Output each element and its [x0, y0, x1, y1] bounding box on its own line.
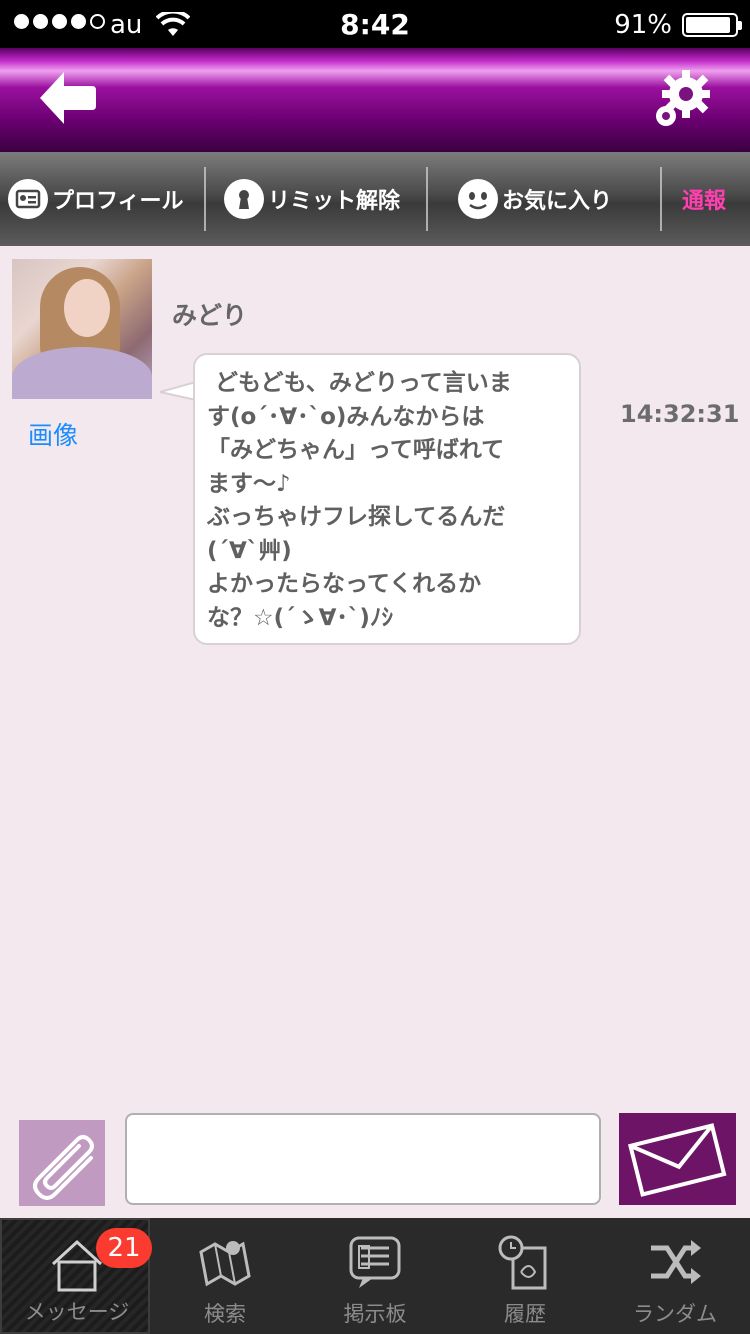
unread-badge: 21	[96, 1228, 152, 1268]
smiley-icon	[458, 179, 498, 219]
profile-button[interactable]: プロフィール	[0, 152, 204, 246]
map-search-icon	[199, 1241, 251, 1287]
divider	[660, 167, 662, 231]
favorite-label: お気に入り	[502, 189, 613, 214]
bottom-tab-bar: 21 メッセージ 検索 掲示板 履歴 ランダム	[0, 1218, 750, 1334]
history-icon	[498, 1235, 547, 1290]
tab-history[interactable]: 履歴	[450, 1218, 600, 1334]
tab-bulletin-board[interactable]: 掲示板	[300, 1218, 450, 1334]
tab-messages[interactable]: 21 メッセージ	[0, 1218, 152, 1334]
image-link[interactable]: 画像	[28, 416, 78, 452]
report-button[interactable]: 通報	[662, 152, 750, 246]
attach-button[interactable]	[19, 1120, 105, 1206]
divider	[426, 167, 428, 231]
status-bar: au 8:42 91%	[0, 0, 750, 48]
tab-label: 履歴	[504, 1302, 546, 1326]
message-timestamp: 14:32:31	[620, 400, 740, 428]
gear-icon[interactable]	[652, 68, 714, 130]
tab-random[interactable]: ランダム	[600, 1218, 750, 1334]
message-bubble: どもども、みどりって言いま す(o´･∀･`o)みんなからは 「みどちゃん」って…	[193, 353, 581, 645]
tab-label: 検索	[204, 1302, 246, 1326]
back-arrow-icon[interactable]	[36, 68, 98, 128]
sender-avatar[interactable]	[12, 259, 152, 399]
bulletin-board-icon	[349, 1236, 401, 1288]
message-input[interactable]	[125, 1113, 601, 1205]
limit-release-label: リミット解除	[268, 189, 401, 214]
report-label: 通報	[682, 189, 727, 214]
profile-label: プロフィール	[52, 189, 184, 214]
send-button[interactable]	[619, 1113, 736, 1205]
battery-icon	[682, 13, 742, 37]
divider	[204, 167, 206, 231]
favorite-button[interactable]: お気に入り	[428, 152, 660, 246]
paperclip-icon	[33, 1135, 94, 1200]
tab-label: メッセージ	[24, 1300, 130, 1324]
limit-release-button[interactable]: リミット解除	[206, 152, 426, 246]
app-header	[0, 48, 750, 152]
shuffle-icon	[651, 1240, 701, 1284]
profile-card-icon	[8, 179, 48, 219]
action-toolbar: プロフィール リミット解除 お気に入り 通報	[0, 152, 750, 246]
tab-label: ランダム	[633, 1302, 717, 1326]
tab-label: 掲示板	[343, 1302, 407, 1326]
bubble-tail	[160, 382, 196, 402]
message-composer	[0, 1102, 750, 1218]
tab-search[interactable]: 検索	[150, 1218, 300, 1334]
keyhole-icon	[224, 179, 264, 219]
sender-name: みどり	[172, 301, 248, 330]
battery-percent: 91%	[614, 10, 672, 40]
envelope-icon	[628, 1123, 727, 1197]
